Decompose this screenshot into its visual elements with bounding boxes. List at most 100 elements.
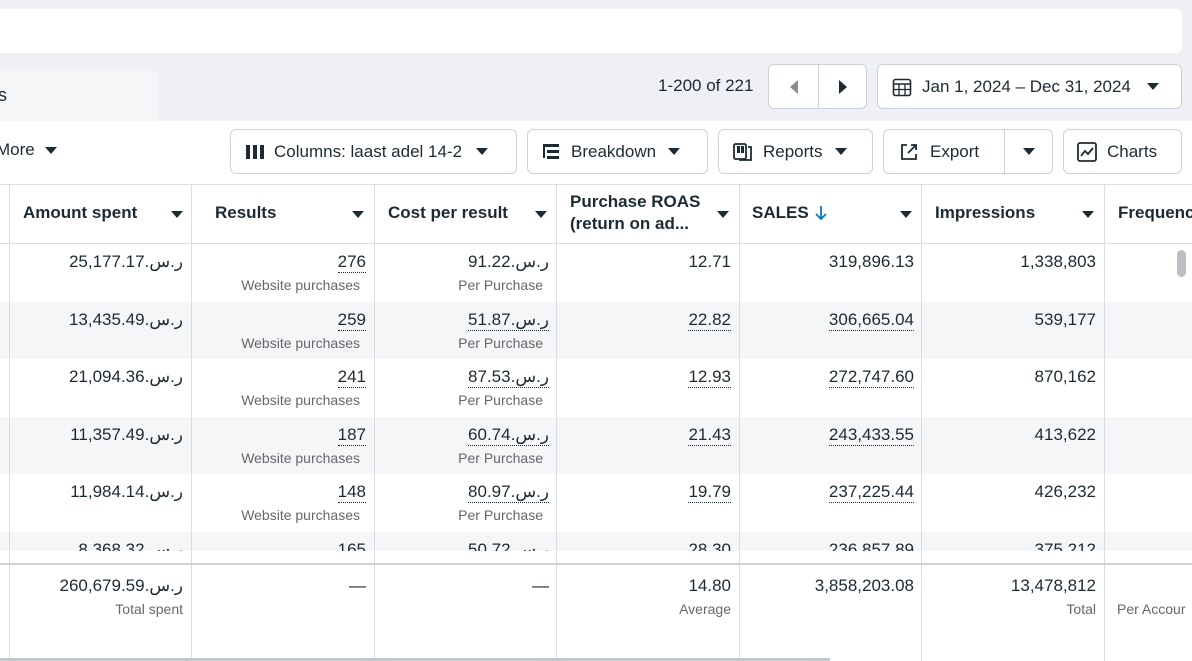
export-dropdown-button[interactable] bbox=[1004, 129, 1053, 174]
breakdown-label: Breakdown bbox=[571, 141, 657, 161]
cell-sales[interactable]: 236,857.89 bbox=[829, 540, 914, 551]
cell-roas[interactable]: 28.30 bbox=[688, 540, 731, 551]
cell-amount: 8,368.32.ر.س bbox=[78, 540, 183, 551]
cell-sales[interactable]: 272,747.60 bbox=[828, 367, 914, 389]
cell-cpr-sub: Per Purchase bbox=[458, 392, 543, 409]
export-button[interactable]: Export bbox=[883, 129, 1005, 174]
cell-results[interactable]: 165 bbox=[338, 540, 366, 551]
reports-button[interactable]: Reports bbox=[718, 129, 873, 174]
cell-cpr[interactable]: 50.72.ر.س bbox=[468, 540, 549, 551]
cell-roas[interactable]: 19.79 bbox=[688, 482, 731, 504]
header-label: Amount spent bbox=[23, 203, 138, 222]
left-tab-label: s bbox=[0, 85, 7, 105]
vertical-scrollbar[interactable] bbox=[1177, 250, 1186, 277]
column-divider bbox=[1104, 565, 1105, 661]
date-range-label: Jan 1, 2024 – Dec 31, 2024 bbox=[922, 76, 1131, 96]
summary-amount-sub: Total spent bbox=[115, 601, 183, 617]
prev-page-button[interactable] bbox=[768, 64, 819, 109]
cell-sales[interactable]: 306,665.04 bbox=[828, 310, 914, 331]
header-results[interactable]: Results bbox=[215, 184, 365, 242]
breakdown-icon bbox=[543, 143, 561, 161]
columns-button[interactable]: Columns: laast adel 14-2 bbox=[230, 129, 517, 174]
cell-results[interactable]: 276 bbox=[337, 252, 366, 273]
cell-cpr[interactable]: 60.74.ر.س bbox=[468, 425, 549, 446]
more-label: More bbox=[0, 140, 35, 159]
column-divider bbox=[556, 565, 557, 661]
cell-roas[interactable]: 12.71 bbox=[688, 252, 731, 272]
summary-row: 260,679.59.ر.س Total spent — — 14.80 Ave… bbox=[0, 565, 1192, 661]
header-purchase-roas[interactable]: Purchase ROAS (return on ad... bbox=[570, 184, 735, 242]
table-row[interactable]: 25,177.17.ر.س 276 Website purchases 91.22.ر… bbox=[0, 244, 1192, 302]
more-button[interactable]: More bbox=[0, 140, 57, 160]
header-frequency[interactable]: Frequenc bbox=[1118, 184, 1192, 242]
breakdown-button[interactable]: Breakdown bbox=[527, 129, 708, 174]
cell-roas[interactable]: 21.43 bbox=[688, 425, 731, 446]
table-row[interactable]: 21,094.36.ر.س 241 Website purchases 87.53.ر… bbox=[0, 359, 1192, 417]
cell-cpr[interactable]: 80.97.ر.س bbox=[468, 482, 549, 504]
summary-roas-sub: Average bbox=[679, 601, 731, 617]
cell-cpr[interactable]: 87.53.ر.س bbox=[468, 367, 549, 389]
header-amount-spent[interactable]: Amount spent bbox=[23, 184, 183, 242]
cell-sales[interactable]: 237,225.44 bbox=[828, 482, 914, 504]
summary-impressions-sub: Total bbox=[1066, 601, 1096, 617]
table-row[interactable]: 8,368.32.ر.س 165 50.72.ر.س 28.30 236,857.89 3… bbox=[0, 532, 1192, 551]
table-row[interactable]: 11,984.14.ر.س 148 Website purchases 80.97.ر… bbox=[0, 474, 1192, 532]
cell-cpr[interactable]: 91.22.ر.س bbox=[468, 252, 549, 272]
sort-desc-icon bbox=[815, 205, 827, 221]
cell-cpr[interactable]: 51.87.ر.س bbox=[468, 310, 549, 331]
header-sales[interactable]: SALES bbox=[752, 184, 917, 242]
cell-amount: 21,094.36.ر.س bbox=[68, 367, 183, 387]
chevron-down-icon bbox=[535, 211, 547, 218]
cell-impressions: 375,212 bbox=[1034, 540, 1096, 551]
summary-impressions: 13,478,812 bbox=[1010, 576, 1096, 595]
header-label: Frequenc bbox=[1118, 203, 1192, 222]
summary-amount: 260,679.59.ر.س bbox=[59, 576, 184, 595]
header-label: Cost per result bbox=[388, 203, 508, 222]
header-impressions[interactable]: Impressions bbox=[935, 184, 1100, 242]
cell-impressions: 539,177 bbox=[1034, 309, 1096, 329]
cell-results[interactable]: 259 bbox=[337, 310, 366, 331]
left-tab[interactable]: s bbox=[0, 69, 158, 121]
charts-button[interactable]: Charts bbox=[1063, 129, 1182, 174]
export-icon bbox=[900, 143, 918, 161]
next-arrow-icon bbox=[838, 79, 847, 94]
cell-amount: 13,435.49.ر.س bbox=[68, 309, 183, 329]
cell-results[interactable]: 187 bbox=[337, 425, 366, 446]
cell-impressions: 413,622 bbox=[1034, 424, 1096, 444]
reports-icon bbox=[733, 142, 753, 161]
cell-results-sub: Website purchases bbox=[241, 334, 360, 351]
cell-results-sub: Website purchases bbox=[241, 392, 360, 409]
cell-sales[interactable]: 319,896.13 bbox=[829, 252, 914, 272]
summary-frequency-sub: Per Accour bbox=[1117, 601, 1186, 617]
chevron-down-icon bbox=[352, 211, 364, 218]
chevron-down-icon bbox=[1082, 211, 1094, 218]
cell-roas[interactable]: 12.93 bbox=[688, 367, 731, 389]
cell-impressions: 870,162 bbox=[1034, 367, 1096, 387]
cell-results-sub: Website purchases bbox=[241, 277, 360, 293]
table-row[interactable]: 13,435.49.ر.س 259 Website purchases 51.87.ر… bbox=[0, 301, 1192, 360]
summary-roas: 14.80 bbox=[688, 576, 731, 595]
chevron-down-icon bbox=[900, 211, 912, 218]
pagination-label: 1-200 of 221 bbox=[658, 76, 754, 95]
summary-cost-per-result: — bbox=[532, 576, 549, 595]
search-bar[interactable] bbox=[0, 9, 1182, 53]
next-page-button[interactable] bbox=[818, 64, 867, 109]
summary-sales: 3,858,203.08 bbox=[814, 576, 914, 595]
cell-cpr-sub: Per Purchase bbox=[458, 449, 543, 466]
cell-roas[interactable]: 22.82 bbox=[688, 310, 731, 331]
column-divider bbox=[739, 565, 740, 661]
cell-results[interactable]: 241 bbox=[337, 367, 366, 389]
date-range-picker[interactable]: Jan 1, 2024 – Dec 31, 2024 bbox=[877, 64, 1182, 109]
header-label: Impressions bbox=[935, 203, 1036, 222]
cell-results[interactable]: 148 bbox=[337, 482, 366, 504]
header-cost-per-result[interactable]: Cost per result bbox=[388, 184, 548, 242]
chevron-down-icon bbox=[44, 146, 57, 154]
column-divider bbox=[9, 565, 10, 661]
cell-results-sub: Website purchases bbox=[241, 507, 360, 524]
chevron-down-icon bbox=[668, 148, 681, 155]
header-label: Purchase ROAS bbox=[570, 192, 701, 211]
table-row[interactable]: 11,357.49.ر.س 187 Website purchases 60.74.ر… bbox=[0, 416, 1192, 475]
cell-sales[interactable]: 243,433.55 bbox=[828, 425, 914, 446]
header-label-2: (return on ad... bbox=[570, 214, 689, 233]
chevron-down-icon bbox=[1146, 83, 1159, 90]
